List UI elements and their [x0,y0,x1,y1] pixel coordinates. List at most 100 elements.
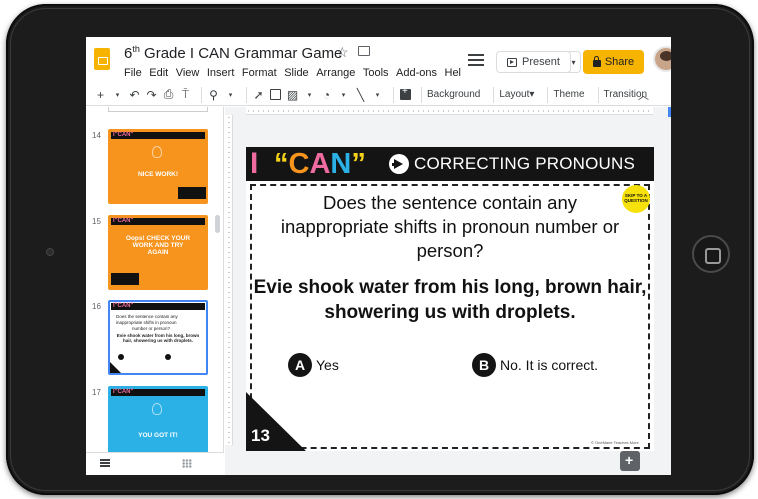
line-icon[interactable]: ╲ [354,86,367,104]
thumb-can-logo: I"CAN" [113,389,134,395]
toolbar-divider [201,86,202,103]
choice-b[interactable]: B No. It is correct. [472,353,598,377]
layout-button[interactable]: Layout▾ [499,89,534,100]
slide-number: 17 [92,388,101,397]
toolbar-divider [393,86,394,103]
menu-view[interactable]: View [176,67,200,79]
slide-number: 14 [92,131,101,140]
document-title[interactable]: 6th Grade I CAN Grammar Game [124,44,342,62]
line-dropdown-icon[interactable]: ▾ [371,86,384,104]
lock-icon [592,56,601,67]
thumb-choice-b [165,354,171,360]
menu-help[interactable]: Hel [445,67,462,79]
shape-icon[interactable]: ◔ [320,86,333,104]
slides-logo-icon[interactable] [94,48,110,70]
slide-question: Does the sentence contain any inappropri… [280,192,620,261]
select-icon[interactable]: ➚ [252,86,265,104]
share-button[interactable]: Share [583,50,644,74]
theme-button[interactable]: Theme [553,89,584,100]
slide-heading: CORRECTING PRONOUNS [414,154,636,173]
print-icon[interactable]: ⎙ [162,86,175,104]
camera-icon [46,248,54,256]
new-slide-icon[interactable]: + [94,86,107,104]
thumb-can-logo: I"CAN" [113,303,134,309]
lightbulb-icon [152,403,162,415]
next-arrow-icon [178,187,206,199]
back-arrow-icon [111,273,139,285]
thumb-can-logo: I"CAN" [113,132,134,138]
slide-logo-can: “CAN” [274,148,366,180]
slide-thumbnail-15[interactable]: I"CAN" Oops! CHECK YOUR WORK AND TRY AGA… [108,215,208,290]
slide-number: 16 [92,302,101,311]
comment-history-icon[interactable] [468,54,484,66]
collapse-menus-icon[interactable]: ︿ [638,87,649,103]
zoom-icon[interactable]: ⚲ [207,86,220,104]
image-icon[interactable]: ▨ [286,86,299,104]
present-dropdown-button[interactable]: ▾ [567,51,581,73]
avatar[interactable] [653,46,671,72]
zoom-dropdown-icon[interactable]: ▾ [224,86,237,104]
choice-a[interactable]: A Yes [288,353,339,377]
toolbar-divider [246,86,247,103]
star-icon[interactable]: ☆ [336,44,349,61]
menu-bar: File Edit View Insert Format Slide Arran… [124,67,469,79]
slide-copyright: © OneMarie Teaches More [591,440,639,445]
add-comment-icon[interactable] [399,86,412,104]
choice-a-bubble: A [288,353,312,377]
menu-edit[interactable]: Edit [149,67,168,79]
vertical-ruler [225,115,233,445]
thumb-choice-a [118,354,124,360]
skip-badge[interactable]: SKIP TO A QUESTION [622,185,650,213]
horizontal-ruler [246,107,653,115]
menu-file[interactable]: File [124,67,142,79]
slide-number: 15 [92,217,101,226]
thumb-text: NICE WORK! [137,171,179,178]
toolbar: + ▾ ↶ ↷ ⎙ ⍑ ⚲ ▾ ➚ ▨ ▾ ◔ ▾ ╲ ▾ Background… [86,84,671,106]
shape-dropdown-icon[interactable]: ▾ [337,86,350,104]
arrow-right-icon [389,154,409,174]
paint-format-icon[interactable]: ⍑ [179,86,192,104]
background-button[interactable]: Background [427,89,480,100]
filmstrip-scrollbar[interactable] [215,215,220,233]
tablet-frame: 6th Grade I CAN Grammar Game ☆ File Edit… [6,4,754,495]
menu-format[interactable]: Format [242,67,277,79]
menu-addons[interactable]: Add-ons [396,67,437,79]
choice-b-label: No. It is correct. [500,357,599,373]
grid-view-icon[interactable] [182,459,192,468]
undo-icon[interactable]: ↶ [128,86,141,104]
slide-logo-i: I [250,147,259,180]
present-icon [507,57,518,67]
menu-tools[interactable]: Tools [363,67,389,79]
filmstrip-footer [86,452,224,475]
menu-insert[interactable]: Insert [207,67,235,79]
explore-icon[interactable] [620,451,640,471]
menu-slide[interactable]: Slide [284,67,308,79]
slide-thumbnail-17[interactable]: I"CAN" YOU GOT IT! [108,386,208,461]
filmstrip-view-icon[interactable] [100,459,110,467]
side-panel-edge [668,107,671,117]
previous-slide-thumbnail[interactable] [108,107,208,112]
filmstrip: 14 I"CAN" NICE WORK! 15 I"CAN" Oops! CHE… [86,107,224,461]
app-screen: 6th Grade I CAN Grammar Game ☆ File Edit… [86,37,671,475]
thumb-can-logo: I"CAN" [113,218,134,224]
thumb-text: Oops! CHECK YOUR WORK AND TRY AGAIN [125,235,191,257]
redo-icon[interactable]: ↷ [145,86,158,104]
thumb-sentence: Evie shook water from his long, brown ha… [116,333,200,343]
present-button[interactable]: Present [496,51,571,73]
toolbar-divider [493,86,495,103]
image-dropdown-icon[interactable]: ▾ [303,86,316,104]
slide-thumbnail-16[interactable]: I"CAN" Does the sentence contain any ina… [108,300,208,375]
toolbar-divider [421,86,422,103]
choice-a-label: Yes [316,357,339,373]
thumb-corner [110,362,122,373]
toolbar-divider [547,86,549,103]
move-to-folder-icon[interactable] [358,46,370,56]
new-slide-dropdown-icon[interactable]: ▾ [111,86,124,104]
text-box-icon[interactable] [269,86,282,104]
slide-thumbnail-14[interactable]: I"CAN" NICE WORK! [108,129,208,204]
current-slide[interactable]: I “CAN” CORRECTING PRONOUNS SKIP TO A QU… [246,147,654,451]
slide-sentence: Evie shook water from his long, brown ha… [253,277,647,323]
choice-b-bubble: B [472,353,496,377]
menu-arrange[interactable]: Arrange [316,67,355,79]
home-button[interactable] [692,235,730,273]
